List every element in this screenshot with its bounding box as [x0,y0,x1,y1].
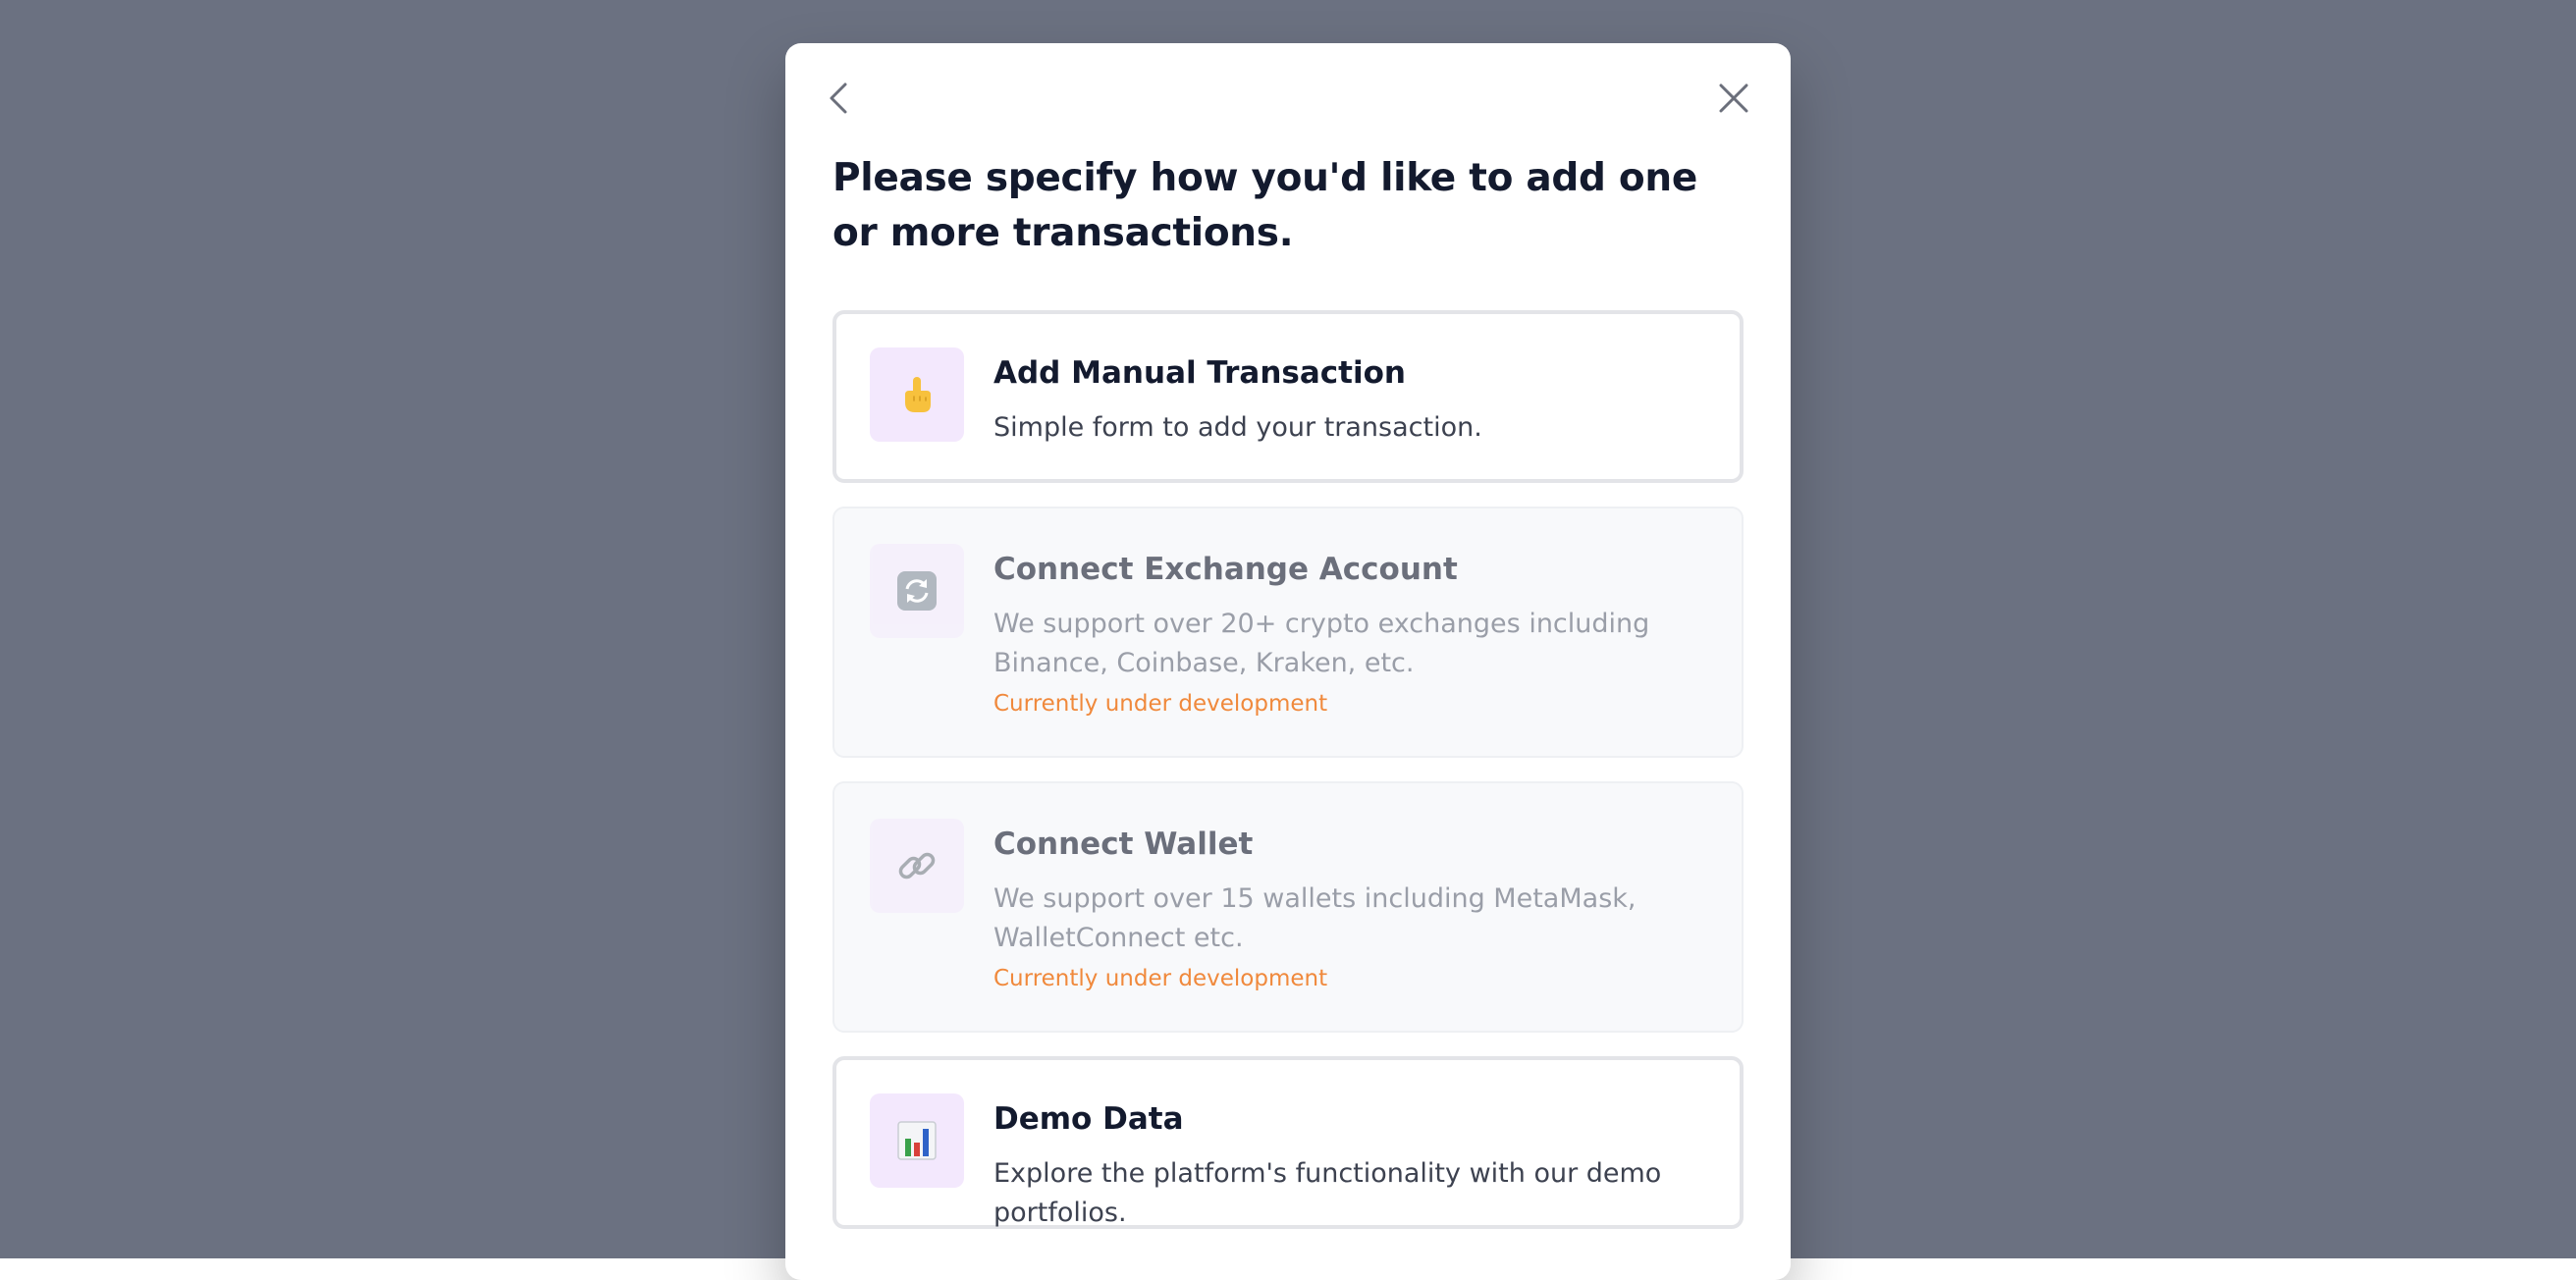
close-icon [1719,83,1748,113]
development-status-badge: Currently under development [993,691,1328,717]
bar-chart-icon [897,1121,937,1160]
option-title: Connect Exchange Account [993,552,1458,587]
option-icon-tile [870,347,964,442]
option-description: Simple form to add your transaction. [993,412,1482,443]
option-demo-data[interactable]: Demo Data Explore the platform's functio… [832,1056,1744,1229]
option-description: We support over 15 wallets including Met… [993,883,1637,953]
option-connect-exchange-account: Connect Exchange Account We support over… [832,507,1744,758]
development-status-badge: Currently under development [993,966,1328,991]
option-title: Add Manual Transaction [993,355,1406,391]
option-icon-tile [870,819,964,913]
option-icon-tile [870,544,964,638]
close-button[interactable] [1710,75,1757,122]
back-button[interactable] [817,75,864,122]
option-connect-wallet: Connect Wallet We support over 15 wallet… [832,781,1744,1033]
chevron-left-icon [830,82,847,114]
option-description: We support over 20+ crypto exchanges inc… [993,609,1650,678]
modal-title: Please specify how you'd like to add one… [832,156,1697,255]
option-add-manual-transaction[interactable]: Add Manual Transaction Simple form to ad… [832,310,1744,483]
option-title: Demo Data [993,1101,1184,1137]
option-icon-tile [870,1093,964,1188]
add-transaction-modal: Please specify how you'd like to add one… [785,43,1791,1280]
sync-arrows-icon [897,571,937,611]
option-description: Explore the platform's functionality wit… [993,1158,1662,1228]
option-title: Connect Wallet [993,827,1254,862]
pointing-hand-icon [905,377,931,412]
link-icon [898,852,936,880]
